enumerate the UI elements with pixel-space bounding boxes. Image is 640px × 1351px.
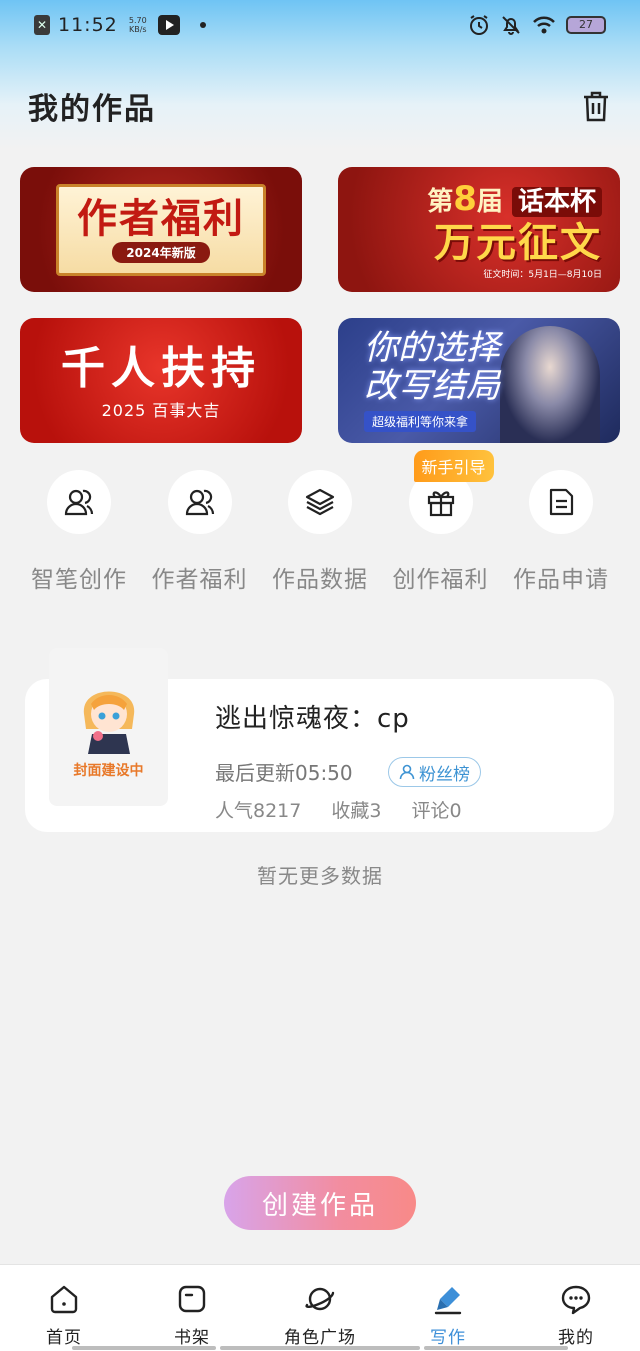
no-more-data-text: 暂无更多数据 [257,864,383,888]
network-speed: 5.70 KB/s [128,16,147,34]
home-indicator-left [72,1346,216,1350]
battery-icon: 27 [566,16,606,34]
status-right: 27 [468,14,606,36]
banner-title-line1: 你的选择 [364,328,500,368]
banner-prefix: 第 [427,187,454,217]
pen-icon [434,1287,462,1315]
media-play-icon [157,15,180,35]
nav-item-character-plaza[interactable]: 角色广场 [265,1283,375,1348]
nav-label: 书架 [174,1328,210,1348]
bookshelf-icon [178,1285,206,1313]
home-indicator-right [424,1346,568,1350]
banner-subtitle: 超级福利等你来拿 [364,411,477,432]
wifi-icon [533,16,555,34]
favorites-count: 收藏3 [331,800,382,822]
comments-count: 评论0 [411,800,462,822]
nav-label: 写作 [430,1328,466,1348]
layers-icon [305,488,335,516]
fans-ranking-label: 粉丝榜 [419,764,470,785]
feature-work-data[interactable]: 作品数据 [261,470,379,594]
status-bar: ✕ 11:52 5.70 KB/s 27 [0,0,640,50]
new-user-guide-badge[interactable]: 新手引导 [413,450,494,482]
notification-dot-icon [199,22,206,28]
feature-row: 智笔创作 作者福利 作品数据 新手引导 创作福利 作品申请 [20,450,620,594]
nav-label: 我的 [558,1328,594,1348]
planet-icon [305,1287,335,1311]
nav-item-mine[interactable]: 我的 [521,1283,631,1348]
bell-muted-icon [502,16,520,35]
header: 我的作品 [0,80,640,132]
banner-title: 作者福利 [77,196,245,242]
fans-ranking-tag[interactable]: 粉丝榜 [388,757,481,787]
trash-icon[interactable] [580,89,612,123]
banner-number: 8 [453,179,477,219]
feature-icon-circle [529,470,593,534]
banner-character-image [500,326,600,443]
feature-smart-writing[interactable]: 智笔创作 [20,470,138,594]
popularity-count: 人气8217 [215,800,302,822]
feature-label: 智笔创作 [31,567,127,593]
bottom-nav: 首页 书架 角色广场 写作 我的 [0,1264,640,1351]
page-title: 我的作品 [28,92,156,127]
banner-author-benefits[interactable]: 作者福利 2024年新版 [20,167,302,292]
banner-suffix: 届 [476,187,503,217]
banner-note: 征文时间：5月1日—8月10日 [483,270,602,280]
banner-support[interactable]: 千人扶持 2025 百事大吉 [20,318,302,443]
feature-label: 作品申请 [513,567,609,593]
document-icon [549,488,574,516]
feature-author-benefits[interactable]: 作者福利 [141,470,259,594]
status-time: 11:52 [58,14,118,36]
banner-grid: 作者福利 2024年新版 第8届 话本杯 万元征文 征文时间：5月1日—8月10… [20,167,620,443]
banner-subtitle: 2025 百事大吉 [101,400,221,420]
banner-contest[interactable]: 第8届 话本杯 万元征文 征文时间：5月1日—8月10日 [338,167,620,292]
banner-title: 千人扶持 [61,342,261,394]
feature-label: 创作福利 [392,567,489,593]
status-left: ✕ 11:52 5.70 KB/s [34,14,206,36]
work-cover[interactable]: 封面建设中 [49,648,168,806]
feature-label: 作品数据 [272,567,368,593]
feature-label: 作者福利 [151,567,248,593]
nav-label: 角色广场 [284,1328,356,1348]
alarm-icon [470,15,488,35]
gift-icon [427,491,454,517]
feature-icon-circle [167,470,232,534]
create-work-button[interactable]: 创建作品 [224,1176,416,1230]
banner-contest-heading: 第8届 话本杯 [427,179,602,219]
work-title[interactable]: 逃出惊魂夜：cp [215,698,410,735]
users-icon [185,489,214,516]
chat-icon [561,1285,591,1315]
nav-item-home[interactable]: 首页 [9,1283,119,1348]
nav-item-write[interactable]: 写作 [393,1283,503,1348]
banner-scroll: 作者福利 2024年新版 [56,183,266,276]
nav-item-bookshelf[interactable]: 书架 [137,1283,247,1348]
users-icon [64,489,94,516]
feature-creation-benefits[interactable]: 新手引导 创作福利 [382,450,500,594]
work-last-update: 最后更新05:50 [215,761,353,785]
banner-choice[interactable]: 你的选择 改写结局 超级福利等你来拿 [338,318,620,443]
banner-subtitle: 2024年新版 [112,242,210,263]
cover-placeholder-avatar [83,691,134,754]
cover-placeholder-text: 封面建设中 [73,763,144,779]
notification-x-icon: ✕ [34,15,50,35]
banner-title-line2: 改写结局 [364,366,500,406]
feature-icon-circle [47,470,111,534]
feature-work-apply[interactable]: 作品申请 [502,470,620,594]
banner-title: 万元征文 [434,220,602,266]
home-icon [50,1285,78,1314]
banner-cup: 话本杯 [511,187,602,217]
nav-label: 首页 [46,1328,82,1348]
feature-icon-circle [288,470,352,534]
work-stats: 人气8217 收藏3 评论0 [215,796,462,823]
home-indicator-mid [220,1346,420,1350]
user-icon [399,764,415,780]
